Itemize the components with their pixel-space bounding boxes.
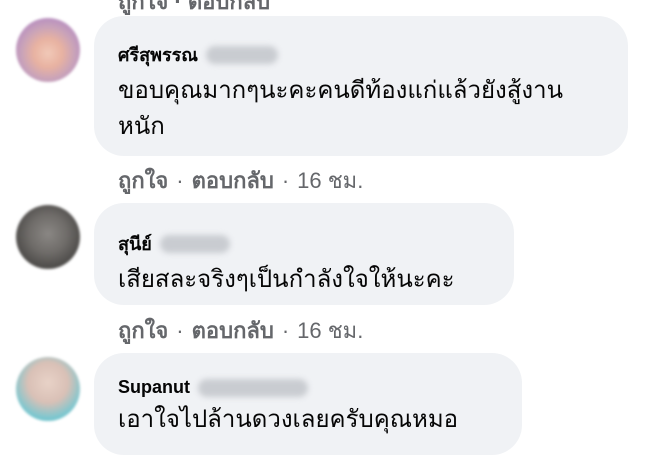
separator-dot: · (281, 167, 290, 193)
separator-dot: · (174, 0, 182, 14)
blurred-surname (205, 45, 278, 64)
comment-text: ขอบคุณมากๆนะคะคนดีท้องแก่แล้วยังสู้งานหน… (118, 77, 564, 140)
like-link[interactable]: ถูกใจ (118, 163, 168, 198)
avatar[interactable] (16, 18, 80, 82)
blurred-surname (198, 378, 308, 397)
avatar[interactable] (16, 357, 80, 421)
like-link[interactable]: ถูกใจ (118, 313, 168, 348)
comment-text: เสียสละจริงๆเป็นกำลังใจให้นะคะ (118, 266, 455, 293)
like-link[interactable]: ถูกใจ (118, 0, 168, 14)
avatar[interactable] (16, 205, 80, 269)
reply-link[interactable]: ตอบกลับ (192, 313, 274, 348)
comment-actions: ถูกใจ · ตอบกลับ · 16 ชม. (118, 163, 363, 198)
separator-dot: · (281, 317, 290, 343)
author-name[interactable]: สุนีย์ (118, 229, 152, 258)
comment-bubble: ศรีสุพรรณ ขอบคุณมากๆนะคะคนดีท้องแก่แล้วย… (94, 16, 628, 156)
separator-dot: · (176, 167, 184, 193)
comment-bubble: สุนีย์ เสียสละจริงๆเป็นกำลังใจให้นะคะ (94, 203, 514, 305)
comment-author[interactable]: Supanut (118, 377, 498, 398)
author-name[interactable]: ศรีสุพรรณ (118, 40, 198, 69)
comment-text: เอาใจไปล้านดวงเลยครับคุณหมอ (118, 406, 459, 433)
separator-dot: · (176, 317, 184, 343)
author-name[interactable]: Supanut (118, 377, 190, 398)
blurred-surname (159, 234, 230, 253)
comment-timestamp[interactable]: 16 ชม. (297, 163, 363, 198)
comment-author[interactable]: สุนีย์ (118, 229, 490, 258)
comment-author[interactable]: ศรีสุพรรณ (118, 40, 604, 69)
reply-link[interactable]: ตอบกลับ (188, 0, 270, 14)
comment-bubble: Supanut เอาใจไปล้านดวงเลยครับคุณหมอ (94, 353, 522, 455)
reply-link[interactable]: ตอบกลับ (192, 163, 274, 198)
comment-actions: ถูกใจ · ตอบกลับ · 16 ชม. (118, 313, 363, 348)
comment-timestamp[interactable]: 16 ชม. (297, 313, 363, 348)
